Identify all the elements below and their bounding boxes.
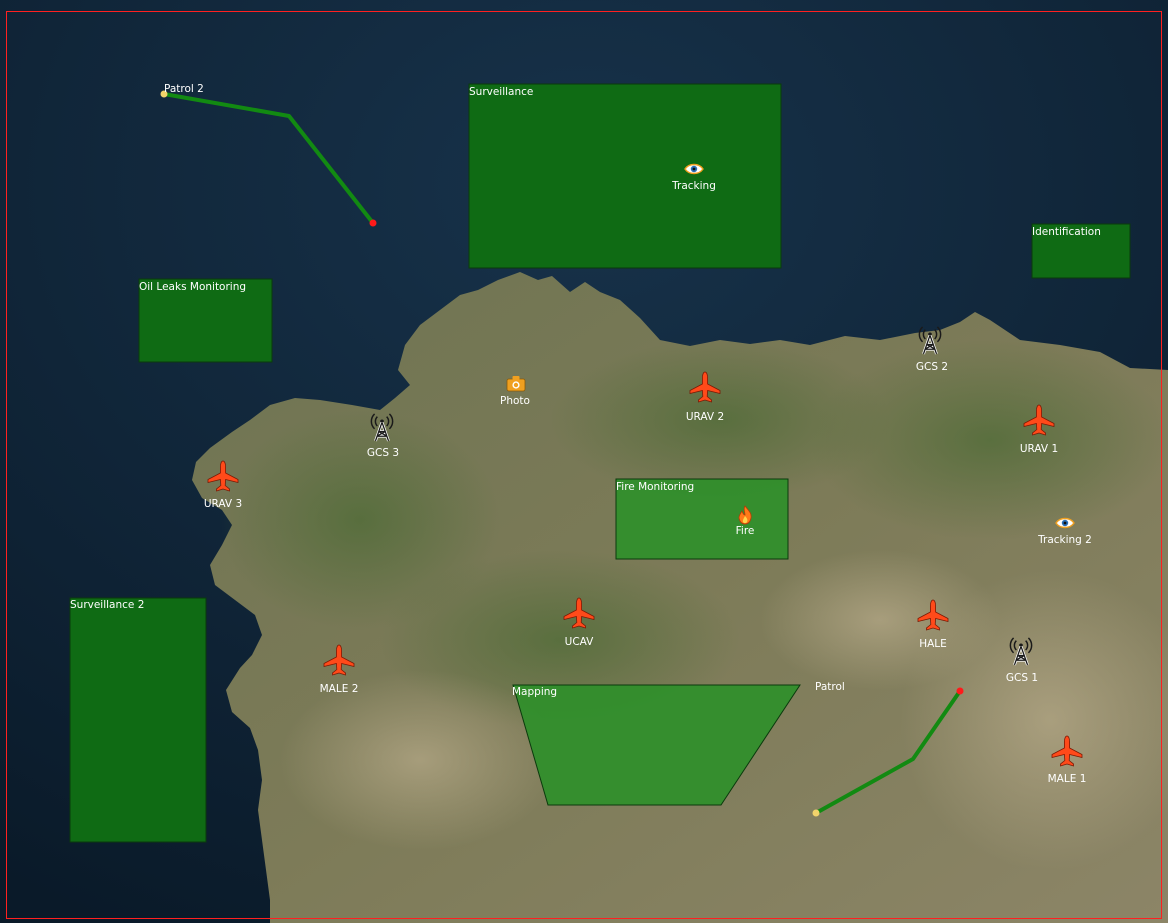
zone-identification[interactable]: Identification	[1031, 223, 1131, 279]
terrain-dry	[760, 550, 1000, 690]
zone-surveillance-label: Surveillance	[469, 86, 533, 98]
waypoint-end[interactable]	[369, 219, 377, 227]
map-canvas[interactable]: Surveillance Identification Oil Leaks Mo…	[0, 0, 1168, 923]
waypoint-start[interactable]	[812, 809, 820, 817]
aircraft-male-1-label: MALE 1	[1048, 773, 1087, 785]
task-fire-label: Fire	[736, 525, 755, 537]
zone-surveillance-2-label: Surveillance 2	[70, 599, 144, 611]
waypoint-end[interactable]	[956, 687, 964, 695]
terrain-hills	[810, 340, 1168, 540]
eye-icon	[1055, 517, 1075, 529]
gcs-1-label: GCS 1	[1006, 672, 1038, 684]
zone-mapping-label: Mapping	[512, 686, 557, 698]
route-patrol-2-label: Patrol 2	[164, 83, 204, 95]
gcs-3-label: GCS 3	[367, 447, 399, 459]
zone-oil-leaks-label: Oil Leaks Monitoring	[139, 281, 246, 293]
task-tracking-label: Tracking	[671, 180, 716, 192]
aircraft-male-2-label: MALE 2	[320, 683, 359, 695]
task-tracking-2-label: Tracking 2	[1037, 534, 1092, 546]
terrain-hills	[220, 410, 500, 630]
aircraft-urav-1-label: URAV 1	[1020, 443, 1058, 455]
zone-fire-monitoring-label: Fire Monitoring	[616, 481, 694, 493]
zone-surveillance-2[interactable]: Surveillance 2	[69, 597, 207, 843]
route-patrol-label: Patrol	[815, 681, 845, 693]
zone-identification-label: Identification	[1032, 226, 1101, 238]
zone-oil-leaks-monitoring[interactable]: Oil Leaks Monitoring	[138, 278, 273, 363]
aircraft-urav-3-label: URAV 3	[204, 498, 242, 510]
zone-fire-monitoring[interactable]: Fire Monitoring	[615, 478, 789, 560]
zone-surveillance[interactable]: Surveillance	[468, 83, 782, 269]
task-photo-label: Photo	[500, 395, 530, 407]
aircraft-urav-2-label: URAV 2	[686, 411, 724, 423]
aircraft-hale-label: HALE	[919, 638, 947, 650]
eye-icon	[684, 163, 704, 175]
gcs-2-label: GCS 2	[916, 361, 948, 373]
aircraft-ucav-label: UCAV	[565, 636, 595, 648]
